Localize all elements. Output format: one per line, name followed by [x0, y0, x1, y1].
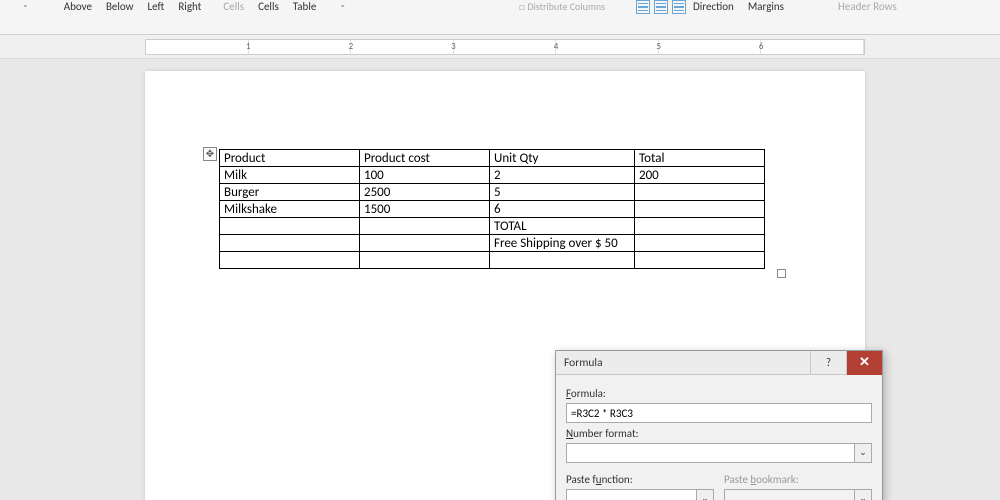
autofit-dropdown-icon[interactable]: ⌄: [333, 0, 352, 10]
product-table[interactable]: Product Product cost Unit Qty Total Milk…: [219, 149, 765, 269]
merge-cells-button[interactable]: Cells: [216, 0, 251, 13]
dropdown-icon[interactable]: ⌄: [16, 0, 35, 10]
horizontal-ruler[interactable]: 1 2 3 4 5 6: [145, 39, 865, 55]
text-direction-button[interactable]: Direction: [686, 0, 741, 13]
table-move-handle-icon[interactable]: ✥: [203, 147, 217, 161]
paste-bookmark-label: Paste bookmark:: [724, 473, 872, 486]
paste-bookmark-select: ⌄: [724, 489, 872, 500]
table-row: [220, 252, 765, 269]
table-row: Milkshake15006: [220, 201, 765, 218]
formula-dialog: Formula ? ✕ FFormula:ormula: Number form…: [555, 350, 883, 500]
paste-function-select[interactable]: ⌄: [566, 489, 714, 500]
col-unit-qty[interactable]: Unit Qty: [490, 150, 635, 167]
table-row: TOTAL: [220, 218, 765, 235]
alignment-grid-icons[interactable]: [636, 0, 686, 14]
number-format-select[interactable]: ⌄: [566, 443, 872, 463]
split-table-button[interactable]: Table: [286, 0, 324, 13]
table-row: Free Shipping over $ 50: [220, 235, 765, 252]
insert-below-button[interactable]: Below: [99, 0, 141, 13]
formula-label: FFormula:ormula:: [566, 387, 872, 400]
dialog-titlebar[interactable]: Formula ? ✕: [556, 351, 882, 375]
cell-margins-button[interactable]: Margins: [741, 0, 791, 13]
insert-right-button[interactable]: Right: [171, 0, 208, 13]
document-area: ✥ Product Product cost Unit Qty Total Mi…: [0, 59, 1000, 500]
number-format-label: Number format:: [566, 427, 872, 440]
table-header-row: Product Product cost Unit Qty Total: [220, 150, 765, 167]
col-product[interactable]: Product: [220, 150, 360, 167]
ribbon-toolbar: ⌄ Above Below Left Right Cells Cells Tab…: [0, 0, 1000, 16]
col-total[interactable]: Total: [635, 150, 765, 167]
chevron-down-icon: ⌄: [854, 443, 872, 463]
close-button[interactable]: ✕: [846, 351, 882, 375]
chevron-down-icon: ⌄: [854, 489, 872, 500]
insert-left-button[interactable]: Left: [141, 0, 172, 13]
ruler-area: 1 2 3 4 5 6: [0, 35, 1000, 59]
header-rows-button[interactable]: Header Rows: [831, 0, 904, 13]
split-cells-button[interactable]: Cells: [251, 0, 286, 13]
table-row: Burger25005: [220, 184, 765, 201]
ribbon: ⌄ Above Below Left Right Cells Cells Tab…: [0, 0, 1000, 35]
table-resize-handle-icon[interactable]: [777, 269, 786, 278]
paste-function-label: Paste function:: [566, 473, 714, 486]
insert-above-button[interactable]: Above: [57, 0, 99, 13]
col-product-cost[interactable]: Product cost: [360, 150, 490, 167]
chevron-down-icon: ⌄: [696, 489, 714, 500]
dialog-title: Formula: [556, 356, 810, 370]
table-row: Milk1002200: [220, 167, 765, 184]
help-button[interactable]: ?: [810, 351, 846, 375]
formula-input[interactable]: [566, 403, 872, 423]
distribute-columns-button[interactable]: □ Distribute Columns: [512, 0, 612, 13]
